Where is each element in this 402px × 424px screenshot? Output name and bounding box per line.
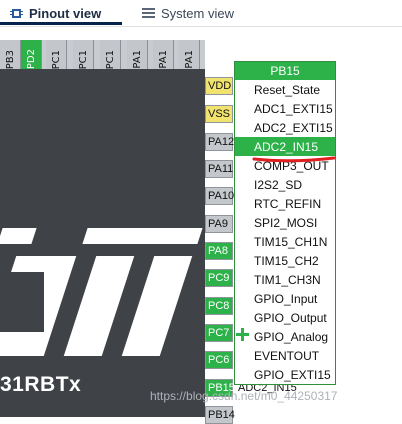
pin-pa12[interactable]: PA12 bbox=[205, 133, 235, 151]
top-pin-pa1[interactable]: PA1 bbox=[179, 40, 200, 69]
pin-function-menu: PB15 Reset_State ADC1_EXTI15 ADC2_EXTI15… bbox=[234, 61, 336, 385]
pin-label: VDD bbox=[208, 80, 232, 92]
pin-label: PC8 bbox=[208, 300, 230, 312]
menu-title: PB15 bbox=[235, 62, 335, 80]
pin-label: PA10 bbox=[208, 190, 235, 202]
menu-item-gpio-output[interactable]: GPIO_Output bbox=[235, 308, 335, 327]
pin-pa10[interactable]: PA10 bbox=[205, 187, 235, 205]
pin-pa8[interactable]: PA8 bbox=[205, 242, 233, 260]
menu-item-tim15-ch1n[interactable]: TIM15_CH1N bbox=[235, 232, 335, 251]
pin-pc6[interactable]: PC6 bbox=[205, 351, 233, 369]
pin-label: PB14 bbox=[208, 409, 235, 421]
top-pin-pb3[interactable]: PB3 bbox=[0, 40, 21, 69]
menu-item-adc2-in15[interactable]: ADC2_IN15 bbox=[235, 137, 335, 156]
top-pin-pa1[interactable]: PA1 bbox=[153, 40, 174, 69]
tab-system-view[interactable]: System view bbox=[142, 4, 234, 22]
pin-label: VSS bbox=[208, 108, 231, 120]
chip-part-label: 31RBTx bbox=[0, 373, 82, 396]
top-pin-label: PA1 bbox=[157, 50, 169, 69]
pin-pa9[interactable]: PA9 bbox=[205, 215, 233, 233]
pin-vdd[interactable]: VDD bbox=[205, 77, 233, 95]
watermark-text: https://blog.csdn.net/m0_44250317 bbox=[150, 389, 338, 403]
pin-pa11[interactable]: PA11 bbox=[205, 160, 233, 178]
pin-label: PC9 bbox=[208, 272, 230, 284]
top-pin-pc1[interactable]: PC1 bbox=[73, 40, 94, 69]
tab-pinout-view[interactable]: Pinout view bbox=[10, 4, 101, 22]
pin-pb14[interactable]: PB14 bbox=[205, 406, 235, 424]
pin-vss[interactable]: VSS bbox=[205, 105, 233, 123]
top-pin-label: PC1 bbox=[104, 49, 116, 69]
menu-item-spi2-mosi[interactable]: SPI2_MOSI bbox=[235, 213, 335, 232]
menu-item-tim15-ch2[interactable]: TIM15_CH2 bbox=[235, 251, 335, 270]
chip-logo-cutout bbox=[0, 272, 44, 332]
pin-label: PC6 bbox=[208, 354, 230, 366]
menu-item-gpio-input[interactable]: GPIO_Input bbox=[235, 289, 335, 308]
menu-item-rtc-refin[interactable]: RTC_REFIN bbox=[235, 194, 335, 213]
pin-label: PA9 bbox=[208, 218, 228, 230]
tab-system-view-label: System view bbox=[161, 5, 234, 21]
list-icon bbox=[142, 7, 155, 20]
tab-pinout-view-label: Pinout view bbox=[29, 5, 102, 21]
red-underline-annotation bbox=[252, 156, 336, 163]
menu-item-gpio-analog[interactable]: GPIO_Analog bbox=[235, 327, 335, 346]
top-pin-label: PB3 bbox=[4, 49, 16, 69]
top-pin-pa1[interactable]: PA1 bbox=[127, 40, 148, 69]
pin-label: PC7 bbox=[208, 327, 230, 339]
pin-pc8[interactable]: PC8 bbox=[205, 297, 233, 315]
menu-item-eventout[interactable]: EVENTOUT bbox=[235, 346, 335, 365]
menu-item-adc2-exti15[interactable]: ADC2_EXTI15 bbox=[235, 118, 335, 137]
plus-icon bbox=[236, 328, 249, 341]
menu-item-i2s2-sd[interactable]: I2S2_SD bbox=[235, 175, 335, 194]
chip-logo-bar bbox=[0, 228, 37, 244]
pinout-icon bbox=[10, 7, 23, 20]
top-pin-pc1[interactable]: PC1 bbox=[46, 40, 67, 69]
top-pin-label: PA1 bbox=[131, 50, 143, 69]
top-pin-label: PD2 bbox=[25, 48, 37, 69]
active-tab-underline bbox=[0, 22, 122, 25]
pin-label: PA11 bbox=[208, 163, 234, 175]
menu-item-adc1-exti15[interactable]: ADC1_EXTI15 bbox=[235, 99, 335, 118]
top-pin-label: PC1 bbox=[77, 49, 89, 69]
pin-label: PA8 bbox=[208, 245, 228, 257]
top-pin-label: PC1 bbox=[50, 49, 62, 69]
chip-logo-bar bbox=[82, 228, 203, 244]
menu-item-reset-state[interactable]: Reset_State bbox=[235, 80, 335, 99]
top-pin-pd2[interactable]: PD2 bbox=[21, 40, 42, 69]
view-tab-bar: Pinout view System view bbox=[0, 0, 402, 27]
pin-pc7[interactable]: PC7 bbox=[205, 324, 233, 342]
pin-pc9[interactable]: PC9 bbox=[205, 269, 233, 287]
menu-item-gpio-exti15[interactable]: GPIO_EXTI15 bbox=[235, 365, 335, 384]
pin-label: PA12 bbox=[208, 136, 235, 148]
top-pin-pc1[interactable]: PC1 bbox=[100, 40, 121, 69]
top-pin-label: PA1 bbox=[183, 50, 195, 69]
menu-item-tim1-ch3n[interactable]: TIM1_CH3N bbox=[235, 270, 335, 289]
